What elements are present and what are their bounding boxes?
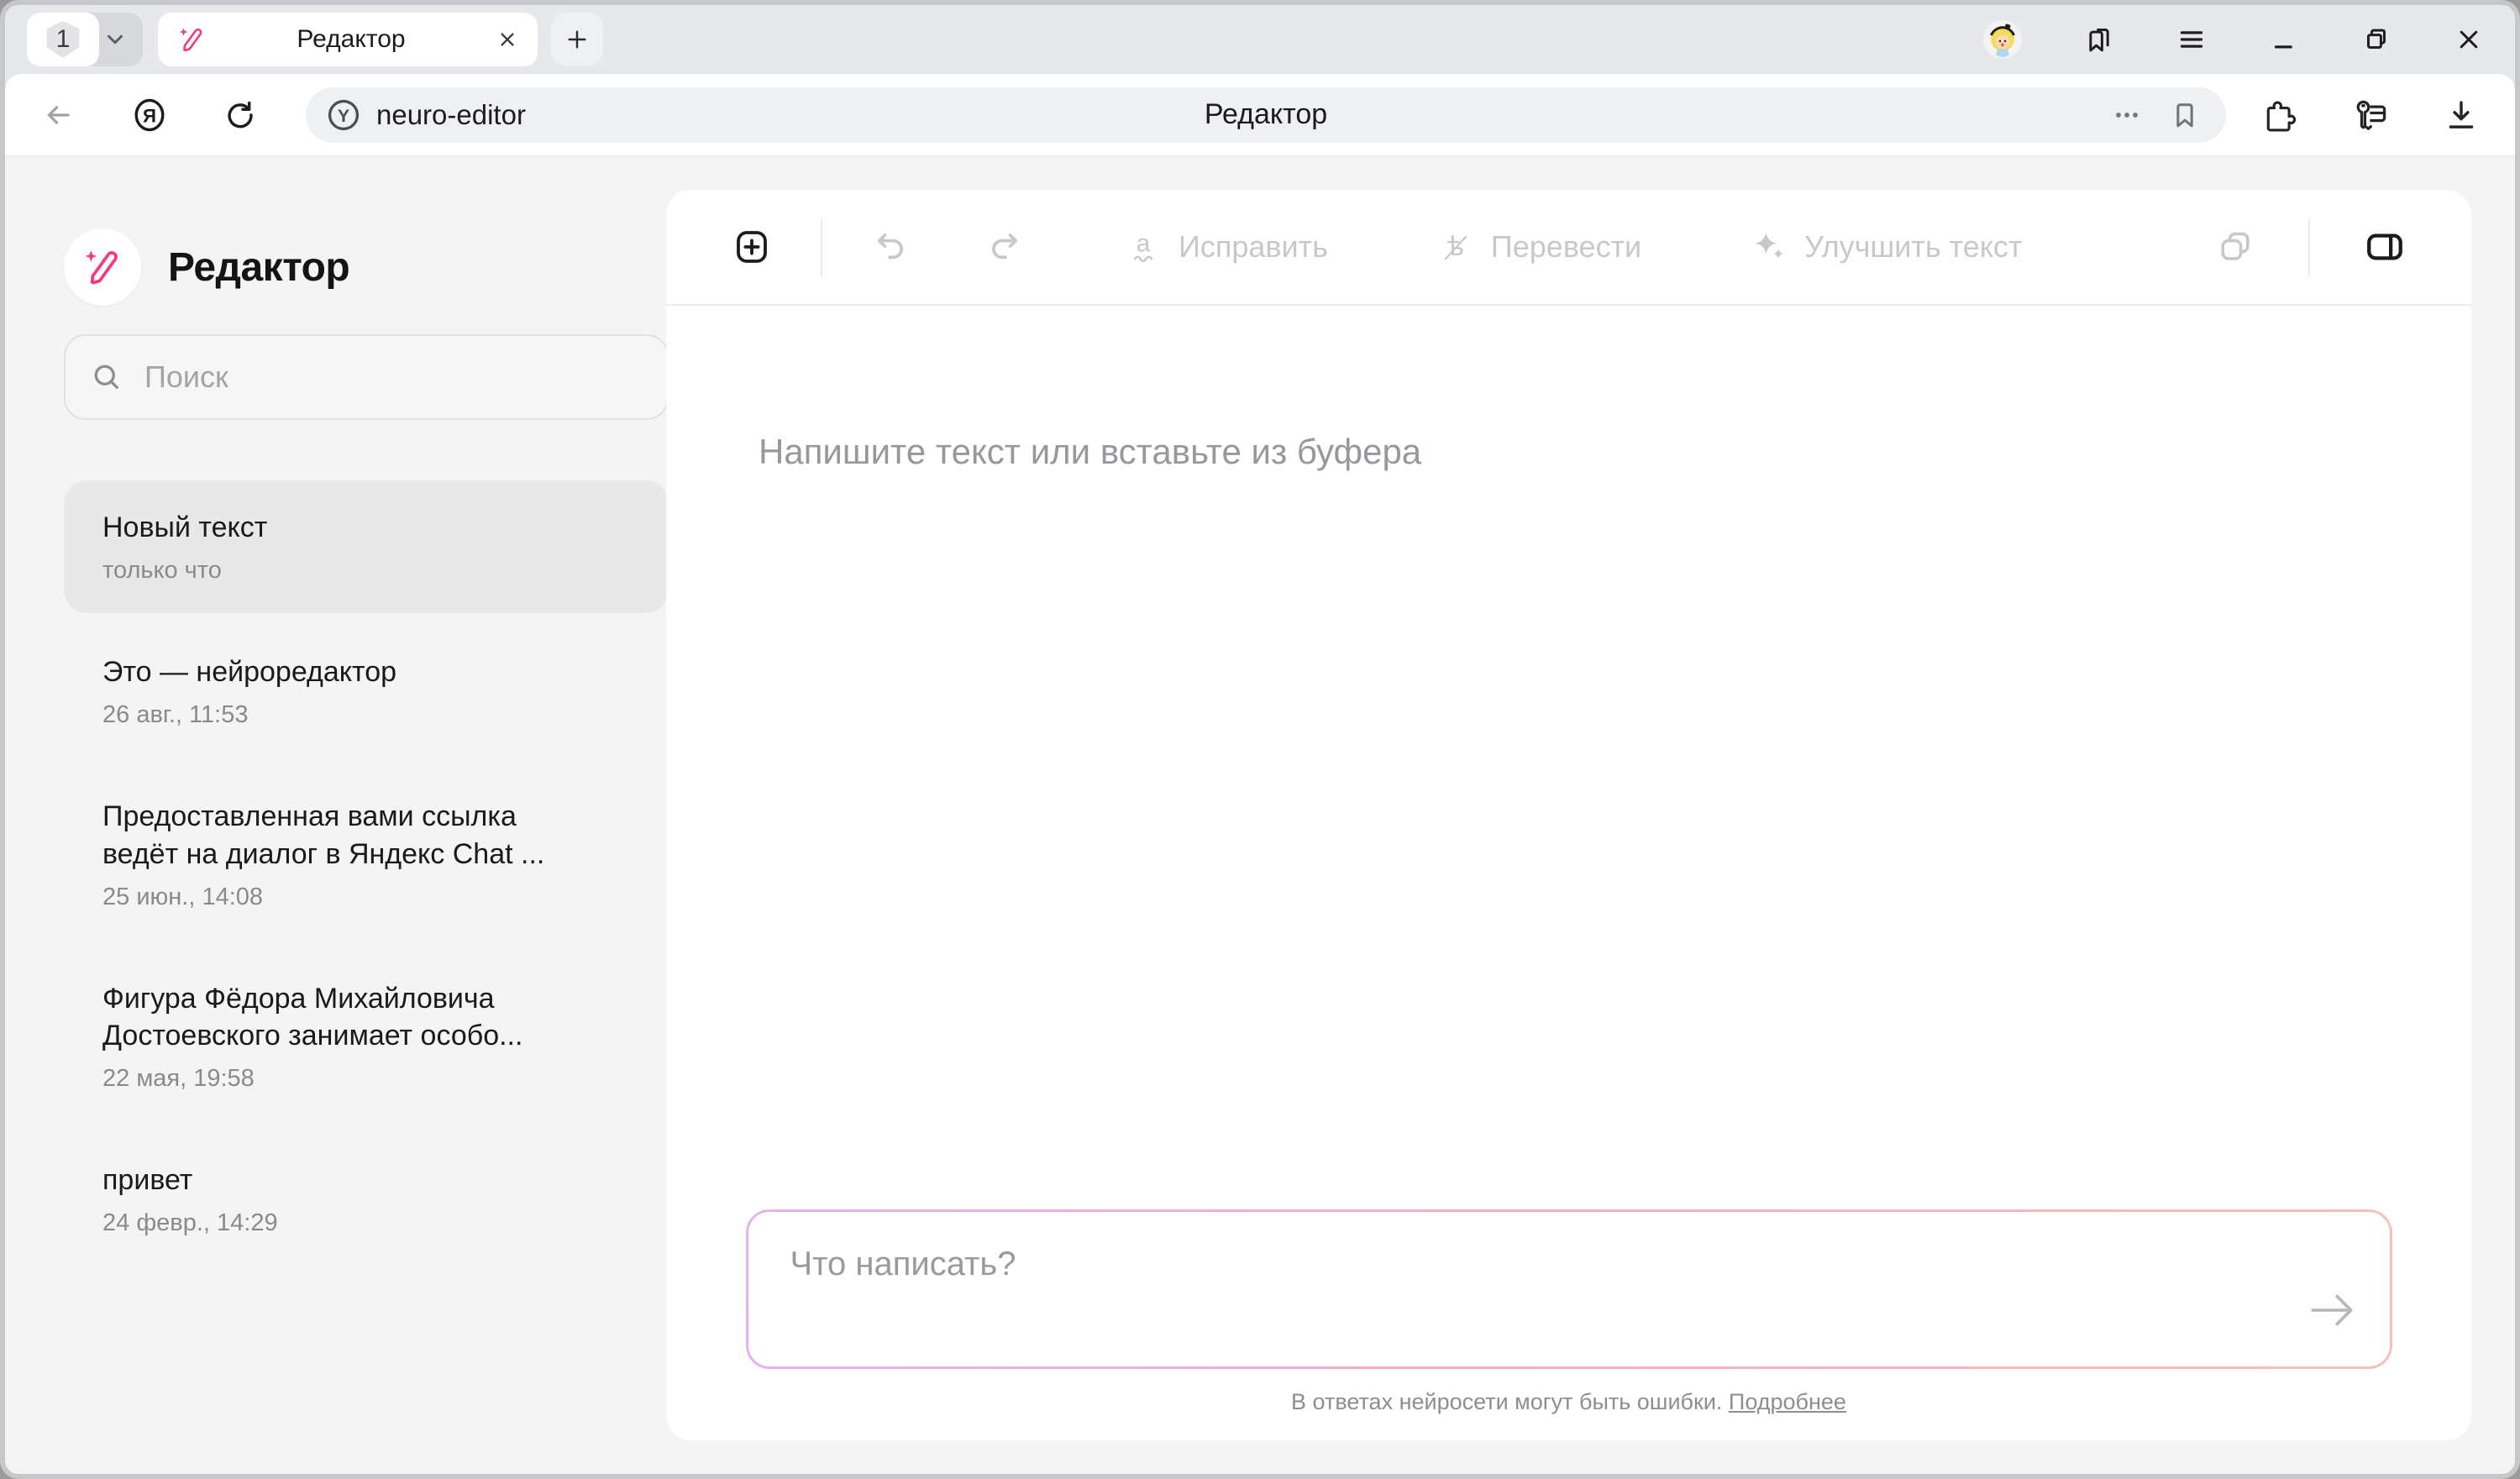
bookmark-icon[interactable] — [2169, 99, 2201, 131]
history-item-title: Фигура Фёдора Михайловича Достоевского з… — [102, 980, 577, 1056]
search-box[interactable] — [64, 334, 669, 420]
history-item[interactable]: Фигура Фёдора Михайловича Достоевского з… — [64, 952, 669, 1122]
tab-strip: 1 Редактор — [5, 5, 2515, 74]
history-item-title: Новый текст — [102, 509, 577, 547]
history-item-time: 22 мая, 19:58 — [102, 1065, 630, 1093]
back-icon[interactable] — [40, 97, 76, 133]
page-title: Редактор — [306, 98, 2226, 131]
send-arrow-icon[interactable] — [2304, 1282, 2360, 1338]
browser-tab-active[interactable]: Редактор — [158, 13, 538, 66]
history-item-time: 24 февр., 14:29 — [102, 1209, 630, 1237]
history-item[interactable]: Новый текст только что — [64, 480, 669, 613]
prompt-input-border — [746, 1209, 2392, 1369]
address-bar: Я Y neuro-editor Редактор — [5, 74, 2515, 156]
search-icon — [89, 359, 124, 395]
tab-count: 1 — [56, 25, 71, 54]
redo-icon — [985, 228, 1024, 266]
undo-button[interactable] — [871, 228, 910, 266]
history-item[interactable]: Предоставленная вами ссылка ведёт на диа… — [64, 769, 669, 940]
panel-toggle-button[interactable] — [2364, 226, 2406, 268]
password-manager-icon[interactable] — [2352, 96, 2391, 134]
history-item-title: Предоставленная вами ссылка ведёт на диа… — [102, 798, 577, 873]
svg-text:Я: Я — [143, 105, 156, 126]
tab-title: Редактор — [207, 25, 496, 54]
app-logo — [64, 228, 141, 306]
editor-toolbar: а Исправить ѣ Перевести — [666, 190, 2471, 306]
disclaimer-text: В ответах нейросети могут быть ошибки. — [1291, 1389, 1722, 1414]
editor-placeholder: Напишите текст или вставьте из буфера — [759, 432, 2379, 472]
redo-button[interactable] — [985, 228, 1024, 266]
yandex-home-icon[interactable]: Я — [129, 95, 170, 135]
learn-more-link[interactable]: Подробнее — [1729, 1389, 1846, 1414]
chevron-down-icon — [102, 27, 128, 52]
svg-text:а: а — [1137, 230, 1151, 258]
history-item-title: привет — [102, 1162, 577, 1199]
bookmarks-panel-icon[interactable] — [2083, 24, 2115, 55]
new-document-button[interactable] — [732, 227, 772, 267]
improve-text-button[interactable]: Улучшить текст — [1751, 228, 2022, 265]
translate-icon: ѣ — [1437, 228, 1474, 265]
magic-pencil-icon — [176, 24, 207, 55]
toolbar-divider — [821, 218, 822, 276]
sidebar: Редактор Новый текст только что Это — не… — [64, 156, 669, 1474]
prompt-input[interactable] — [789, 1244, 2289, 1345]
tab-count-button[interactable]: 1 — [27, 13, 99, 66]
browser-window: 1 Редактор — [0, 0, 2520, 1479]
menu-icon[interactable] — [2176, 24, 2208, 55]
history-item-title: Это — нейроредактор — [102, 653, 577, 691]
prompt-input-box[interactable] — [748, 1212, 2390, 1366]
copy-button[interactable] — [2216, 228, 2255, 266]
page-content: Редактор Новый текст только что Это — не… — [5, 156, 2515, 1474]
tab-close-icon[interactable] — [496, 28, 519, 51]
new-document-icon — [732, 227, 772, 267]
translate-button[interactable]: ѣ Перевести — [1437, 228, 1641, 265]
plus-icon — [564, 26, 591, 53]
close-window-icon[interactable] — [2453, 24, 2485, 55]
history-item[interactable]: привет 24 февр., 14:29 — [64, 1133, 669, 1266]
editor-area[interactable]: Напишите текст или вставьте из буфера — [666, 306, 2471, 1209]
fix-text-button[interactable]: а Исправить — [1125, 228, 1328, 265]
minimize-icon[interactable] — [2268, 24, 2300, 55]
ai-disclaimer: В ответах нейросети могут быть ошибки. П… — [1291, 1389, 1846, 1415]
reload-icon[interactable] — [222, 97, 259, 134]
fix-text-label: Исправить — [1179, 229, 1328, 265]
history-item-time: только что — [102, 557, 630, 585]
toolbar-divider — [2308, 218, 2310, 276]
history-item[interactable]: Это — нейроредактор 26 авг., 11:53 — [64, 625, 669, 758]
tab-group-control: 1 — [27, 13, 143, 66]
history-item-time: 26 авг., 11:53 — [102, 701, 630, 729]
history-list: Новый текст только что Это — нейроредакт… — [64, 480, 669, 1277]
new-tab-button[interactable] — [551, 13, 603, 66]
more-actions-icon[interactable] — [2110, 98, 2144, 132]
undo-icon — [871, 228, 910, 266]
url-field[interactable]: Y neuro-editor Редактор — [306, 87, 2226, 143]
app-brand: Редактор — [64, 228, 669, 306]
improve-text-label: Улучшить текст — [1804, 229, 2022, 265]
sparkles-icon — [1751, 228, 1788, 265]
copy-icon — [2216, 228, 2255, 266]
app-title: Редактор — [168, 244, 349, 291]
prompt-section: В ответах нейросети могут быть ошибки. П… — [666, 1209, 2471, 1440]
search-input[interactable] — [143, 359, 643, 396]
editor-card: а Исправить ѣ Перевести — [666, 190, 2471, 1440]
history-item-time: 25 июн., 14:08 — [102, 884, 630, 911]
extensions-puzzle-icon[interactable] — [2263, 97, 2300, 134]
avatar[interactable] — [1982, 19, 2023, 60]
translate-label: Перевести — [1491, 229, 1641, 265]
magic-pencil-icon — [81, 245, 124, 289]
restore-window-icon[interactable] — [2360, 24, 2392, 55]
tab-count-badge: 1 — [44, 20, 82, 59]
panel-toggle-icon — [2364, 226, 2406, 268]
downloads-icon[interactable] — [2443, 97, 2480, 134]
spellcheck-icon: а — [1125, 228, 1162, 265]
